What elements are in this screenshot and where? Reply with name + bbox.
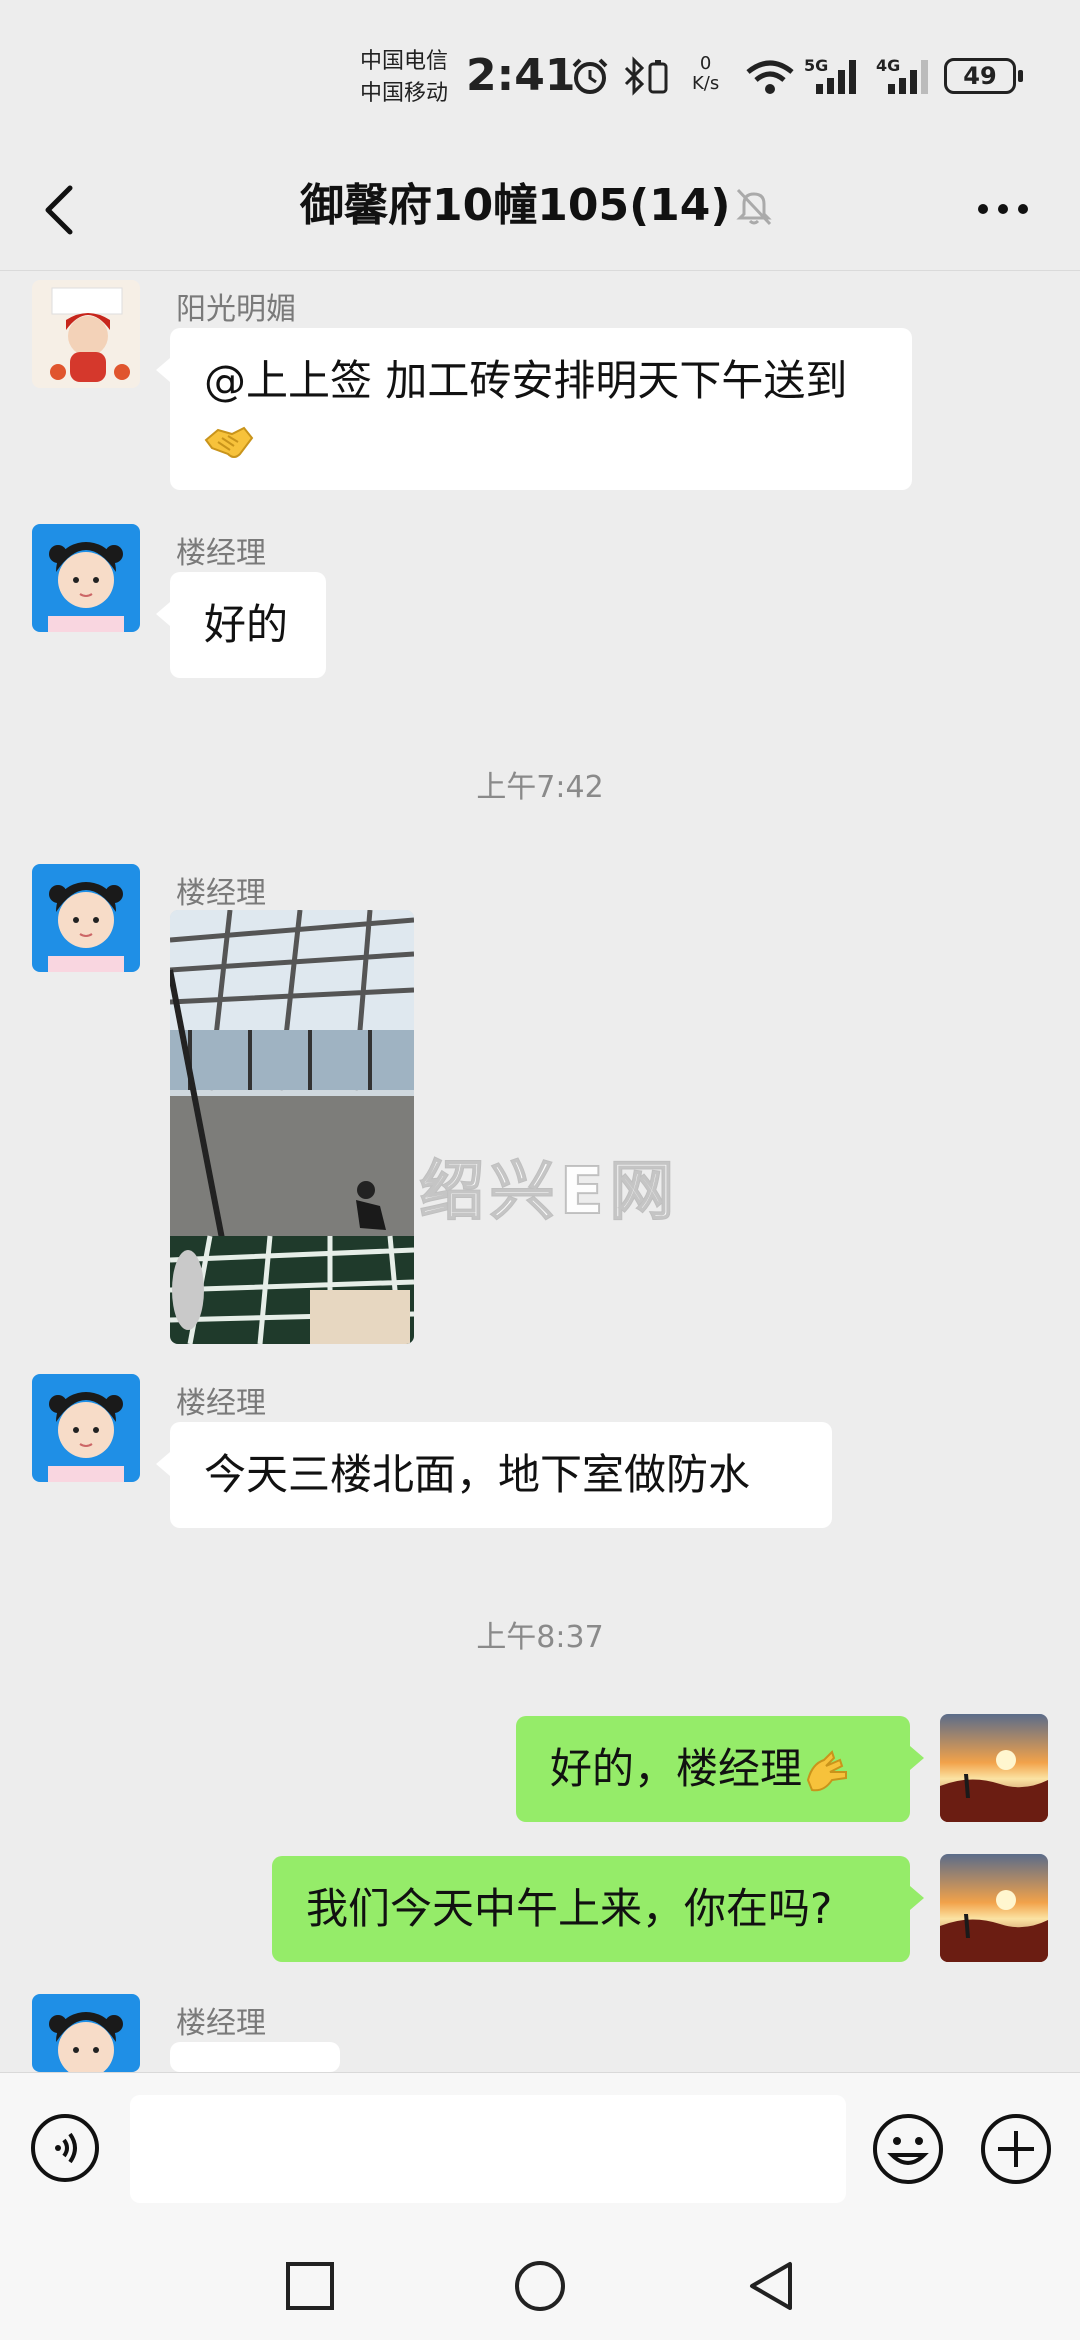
message-text: 我们今天中午上来，你在吗? — [306, 1884, 833, 1933]
status-bar: 中国电信 中国移动 2:41 0 K/s 5G 4G 49 — [0, 0, 1080, 150]
avatar-loujingli[interactable] — [32, 1374, 140, 1482]
timestamp: 上午8:37 — [476, 1620, 604, 1655]
signal-2-icon — [888, 60, 928, 94]
voice-icon[interactable] — [30, 2113, 100, 2183]
watermark-text: 绍兴E网 — [419, 1154, 680, 1230]
ok-hand-emoji-icon — [806, 1749, 848, 1791]
bluetooth-battery-icon — [624, 56, 668, 96]
chat-header: 御馨府10幢105(14) — [0, 150, 1080, 271]
message-bubble[interactable]: 今天三楼北面，地下室做防水 — [156, 1422, 832, 1528]
message-text: 今天三楼北面，地下室做防水 — [204, 1450, 751, 1499]
wifi-icon — [746, 60, 794, 94]
message-text: @上上签 加工砖安排明天下午送到 — [204, 356, 848, 405]
avatar-loujingli[interactable] — [32, 524, 140, 632]
avatar-yangguangmingmei[interactable] — [32, 280, 140, 388]
sender-name: 楼经理 — [176, 2006, 266, 2041]
back-triangle-icon[interactable] — [744, 2258, 800, 2314]
my-avatar[interactable] — [940, 1854, 1048, 1962]
sender-name: 楼经理 — [176, 876, 266, 911]
emoji-icon[interactable] — [872, 2113, 944, 2185]
more-icon[interactable] — [976, 202, 1030, 216]
back-icon[interactable] — [40, 184, 76, 236]
status-time: 2:41 — [466, 50, 576, 101]
my-avatar[interactable] — [940, 1714, 1048, 1822]
avatar-loujingli[interactable] — [32, 864, 140, 972]
carrier-labels: 中国电信 中国移动 — [360, 46, 448, 110]
my-message-bubble[interactable]: 我们今天中午上来，你在吗? — [272, 1856, 924, 1962]
sender-name: 楼经理 — [176, 536, 266, 571]
mute-icon — [736, 188, 772, 226]
net-speed: 0 K/s — [692, 53, 720, 94]
system-navigation-bar — [0, 2220, 1080, 2340]
input-bar — [0, 2072, 1080, 2221]
signal-1-icon — [816, 60, 856, 94]
avatar-loujingli[interactable] — [32, 1994, 140, 2072]
carrier-1: 中国电信 — [360, 49, 449, 74]
timestamp: 上午7:42 — [476, 770, 604, 805]
home-icon[interactable] — [512, 2258, 568, 2314]
carrier-2: 中国移动 — [360, 81, 449, 106]
message-text: 好的 — [204, 600, 289, 649]
sender-name: 阳光明媚 — [176, 292, 296, 327]
battery-indicator: 49 — [944, 58, 1023, 94]
message-bubble[interactable]: @上上签 加工砖安排明天下午送到 — [156, 328, 912, 490]
sender-name: 楼经理 — [176, 1386, 266, 1421]
message-photo[interactable] — [170, 910, 414, 1344]
recents-icon[interactable] — [282, 2258, 338, 2314]
my-message-bubble[interactable]: 好的，楼经理 — [516, 1716, 924, 1822]
message-bubble[interactable]: 好的 — [156, 572, 326, 678]
alarm-icon — [572, 58, 608, 94]
handshake-emoji-icon — [204, 426, 254, 458]
message-input[interactable] — [130, 2095, 846, 2203]
chat-title[interactable]: 御馨府10幢105(14) — [300, 176, 731, 236]
message-bubble[interactable] — [156, 2042, 340, 2096]
plus-icon[interactable] — [980, 2113, 1052, 2185]
message-text: 好的，楼经理 — [550, 1744, 803, 1793]
